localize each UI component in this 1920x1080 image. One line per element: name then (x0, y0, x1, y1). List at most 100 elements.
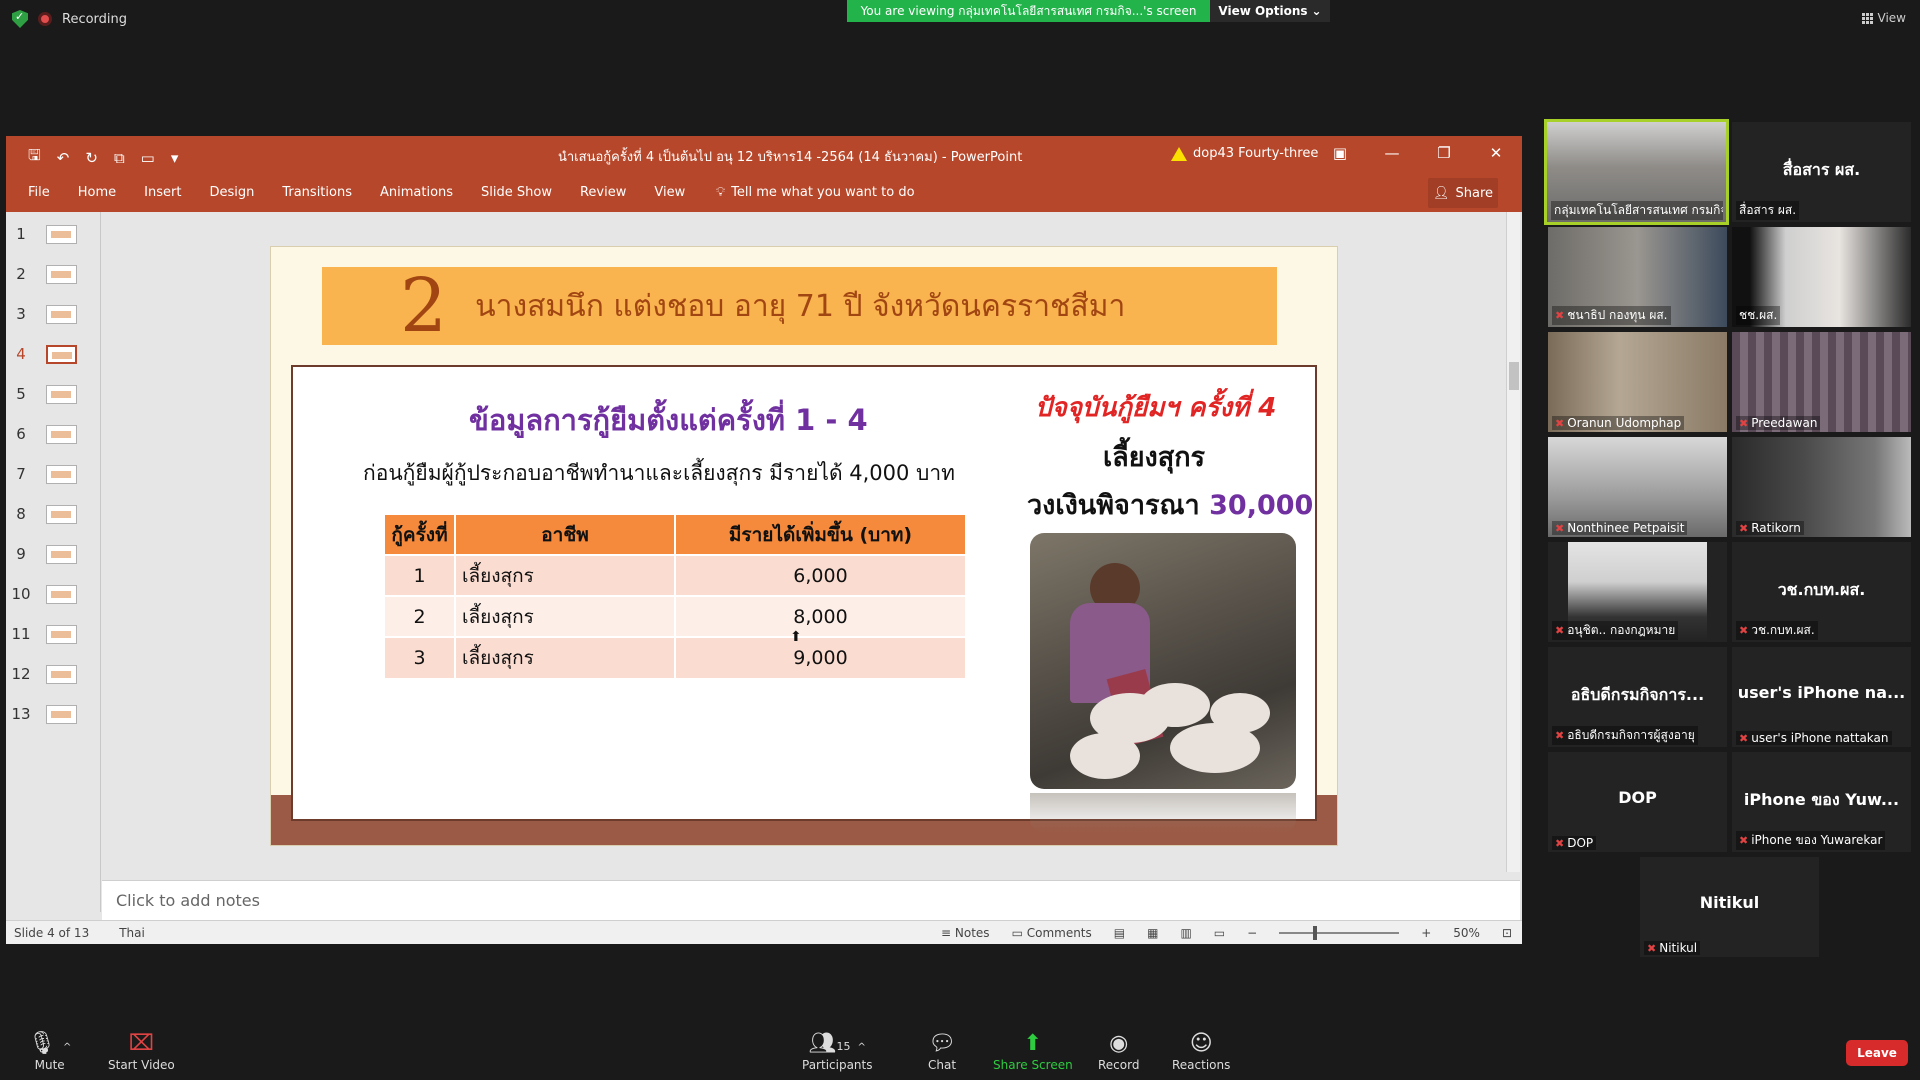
close-icon[interactable]: ✕ (1470, 144, 1522, 162)
participant-tile[interactable]: วช.กบท.ผส. ✖ วช.กบท.ผส. (1732, 542, 1911, 642)
zoom-in-icon[interactable]: + (1421, 926, 1431, 940)
participants-button[interactable]: 👥︎15 ^ Participants (802, 1030, 873, 1072)
participant-name: Oranun Udomphap (1567, 416, 1682, 430)
slide-thumb[interactable]: 7 (6, 460, 101, 488)
save-icon[interactable]: 🖫 (28, 145, 41, 170)
participant-tile[interactable]: ✖ Oranun Udomphap (1548, 332, 1727, 432)
tab-home[interactable]: Home (78, 185, 116, 200)
comments-toggle[interactable]: ▭ Comments (1012, 926, 1092, 940)
participant-name-label: ✖ DOP (1552, 836, 1597, 850)
chevron-up-icon[interactable]: ^ (858, 1042, 866, 1053)
slide-sorter-icon[interactable]: ▦ (1147, 926, 1158, 940)
record-icon (38, 12, 52, 26)
slide-thumb[interactable]: 10 (6, 580, 101, 608)
scrollbar-thumb[interactable] (1509, 362, 1519, 390)
user-name: dop43 Fourty-three (1193, 146, 1319, 161)
ribbon-display-icon[interactable]: ▣ (1314, 144, 1366, 162)
participant-name: Preedawan (1751, 416, 1818, 430)
slide-thumb[interactable]: 5 (6, 380, 101, 408)
view-button[interactable]: View (1861, 11, 1906, 25)
participant-name-label: ✖ user's iPhone nattakan (1736, 731, 1892, 745)
tab-insert[interactable]: Insert (144, 185, 181, 200)
notes-label: Notes (954, 925, 990, 940)
meeting-toolbar (0, 1025, 1920, 1080)
chevron-down-icon: ⌄ (1311, 4, 1322, 18)
slide-thumb[interactable]: 9 (6, 540, 101, 568)
slide-header: 2 นางสมนึก แต่งชอบ อายุ 71 ปี จังหวัดนคร… (322, 267, 1277, 345)
fit-slide-icon[interactable]: ⊡ (1502, 926, 1512, 940)
powerpoint-window: 🖫 ↶ ↻ ⧉ ▭ ▾ นำเสนอกู้ครั้งที่ 4 เป็นต้นไ… (6, 136, 1522, 944)
participant-tile[interactable]: ✖ Nonthinee Petpaisit (1548, 437, 1727, 537)
slideshow-icon[interactable]: ▭ (1214, 926, 1225, 940)
normal-view-icon[interactable]: ▤ (1114, 926, 1125, 940)
tab-view[interactable]: View (654, 185, 685, 200)
chevron-up-icon[interactable]: ^ (63, 1042, 71, 1053)
chat-button[interactable]: 💬︎ Chat (928, 1030, 956, 1072)
record-button[interactable]: ◉ Record (1098, 1030, 1139, 1072)
slide-editor[interactable]: 2 นางสมนึก แต่งชอบ อายุ 71 ปี จังหวัดนคร… (102, 212, 1520, 872)
slide-thumb[interactable]: 2 (6, 260, 101, 288)
ribbon: File Home Insert Design Transitions Anim… (6, 173, 1522, 212)
notes-pane[interactable]: Click to add notes (102, 880, 1520, 920)
slide-thumb[interactable]: 6 (6, 420, 101, 448)
participant-tile[interactable]: Nitikul ✖ Nitikul (1640, 857, 1819, 957)
slide-thumb[interactable]: 12 (6, 660, 101, 688)
document-title: นำเสนอกู้ครั้งที่ 4 เป็นต้นไป อนุ 12 บริ… (558, 150, 1023, 165)
view-options-button[interactable]: View Options ⌄ (1210, 0, 1330, 22)
mute-button[interactable]: 🎙︎ ^ Mute (28, 1030, 71, 1072)
participant-tile[interactable]: ✖ Ratikorn (1732, 437, 1911, 537)
reading-view-icon[interactable]: ▥ (1180, 926, 1191, 940)
minimize-icon[interactable]: — (1366, 144, 1418, 162)
share-screen-button[interactable]: ⬆ Share Screen (993, 1030, 1073, 1072)
slide-thumb[interactable]: 13 (6, 700, 101, 728)
tab-design[interactable]: Design (209, 185, 254, 200)
participant-tile[interactable]: user's iPhone na... ✖ user's iPhone natta… (1732, 647, 1911, 747)
tab-file[interactable]: File (28, 185, 50, 200)
warning-icon (1171, 146, 1187, 161)
present-icon[interactable]: ⧉ (114, 149, 125, 167)
recording-indicator[interactable]: Recording (12, 10, 127, 28)
language-indicator[interactable]: Thai (119, 926, 145, 940)
vertical-scrollbar[interactable] (1506, 212, 1520, 872)
share-button[interactable]: 👤︎ Share (1428, 178, 1498, 208)
tab-transitions[interactable]: Transitions (282, 185, 352, 200)
participant-tile[interactable]: ✖ อนุชิต.. กองกฎหมาย (1548, 542, 1727, 642)
participant-tile[interactable]: DOP ✖ DOP (1548, 752, 1727, 852)
participant-tile[interactable]: ✖ ชนาธิป กองทุน ผส. (1548, 227, 1727, 327)
slide-thumb[interactable]: 1 (6, 220, 101, 248)
slide-thumb-selected[interactable]: 4 (6, 340, 101, 368)
participant-tile[interactable]: ✖ Preedawan (1732, 332, 1911, 432)
slide-thumbnail-pane: 1 2 3 4 5 6 7 8 9 10 11 12 13 (6, 212, 101, 912)
tab-slide-show[interactable]: Slide Show (481, 185, 552, 200)
tab-review[interactable]: Review (580, 185, 626, 200)
participant-tile-active[interactable]: กลุ่มเทคโนโลยีสารสนเทศ กรมกิจ... (1544, 119, 1729, 225)
zoom-slider[interactable] (1279, 925, 1400, 940)
undo-icon[interactable]: ↶ (57, 149, 70, 167)
redo-icon[interactable]: ↻ (85, 149, 98, 167)
slide-thumb[interactable]: 3 (6, 300, 101, 328)
restore-icon[interactable]: ❐ (1418, 144, 1470, 162)
start-video-button[interactable]: ⌧ Start Video (108, 1030, 175, 1072)
notes-toggle[interactable]: ≡ Notes (941, 926, 990, 940)
participant-tile[interactable]: สื่อสาร ผส. สื่อสาร ผส. (1732, 122, 1911, 222)
leave-button[interactable]: Leave (1846, 1040, 1908, 1066)
slide-thumb[interactable]: 8 (6, 500, 101, 528)
case-number: 2 (400, 263, 448, 349)
participant-tile[interactable]: iPhone ของ Yuw... ✖ iPhone ของ Yuwarekar (1732, 752, 1911, 852)
thumb-number: 13 (11, 705, 31, 723)
zoom-level[interactable]: 50% (1453, 926, 1480, 940)
zoom-out-icon[interactable]: − (1247, 926, 1257, 940)
share-screen-icon: ⬆ (1023, 1031, 1043, 1056)
tell-me-search[interactable]: 💡︎ Tell me what you want to do (716, 185, 915, 200)
participant-tile[interactable]: ชช.ผส. (1732, 227, 1911, 327)
slide-thumb[interactable]: 11 (6, 620, 101, 648)
participant-tile[interactable]: อธิบดีกรมกิจการ... ✖ อธิบดีกรมกิจการผู้สู… (1548, 647, 1727, 747)
thumb-image (46, 664, 77, 684)
tab-animations[interactable]: Animations (380, 185, 453, 200)
customize-qat-icon[interactable]: ▾ (171, 149, 179, 167)
reactions-button[interactable]: ☺ Reactions (1172, 1030, 1230, 1072)
slide[interactable]: 2 นางสมนึก แต่งชอบ อายุ 71 ปี จังหวัดนคร… (270, 246, 1338, 846)
account-indicator[interactable]: dop43 Fourty-three (1171, 146, 1318, 161)
open-folder-icon[interactable]: ▭ (141, 149, 155, 167)
mic-off-icon: ✖ (1555, 624, 1565, 637)
